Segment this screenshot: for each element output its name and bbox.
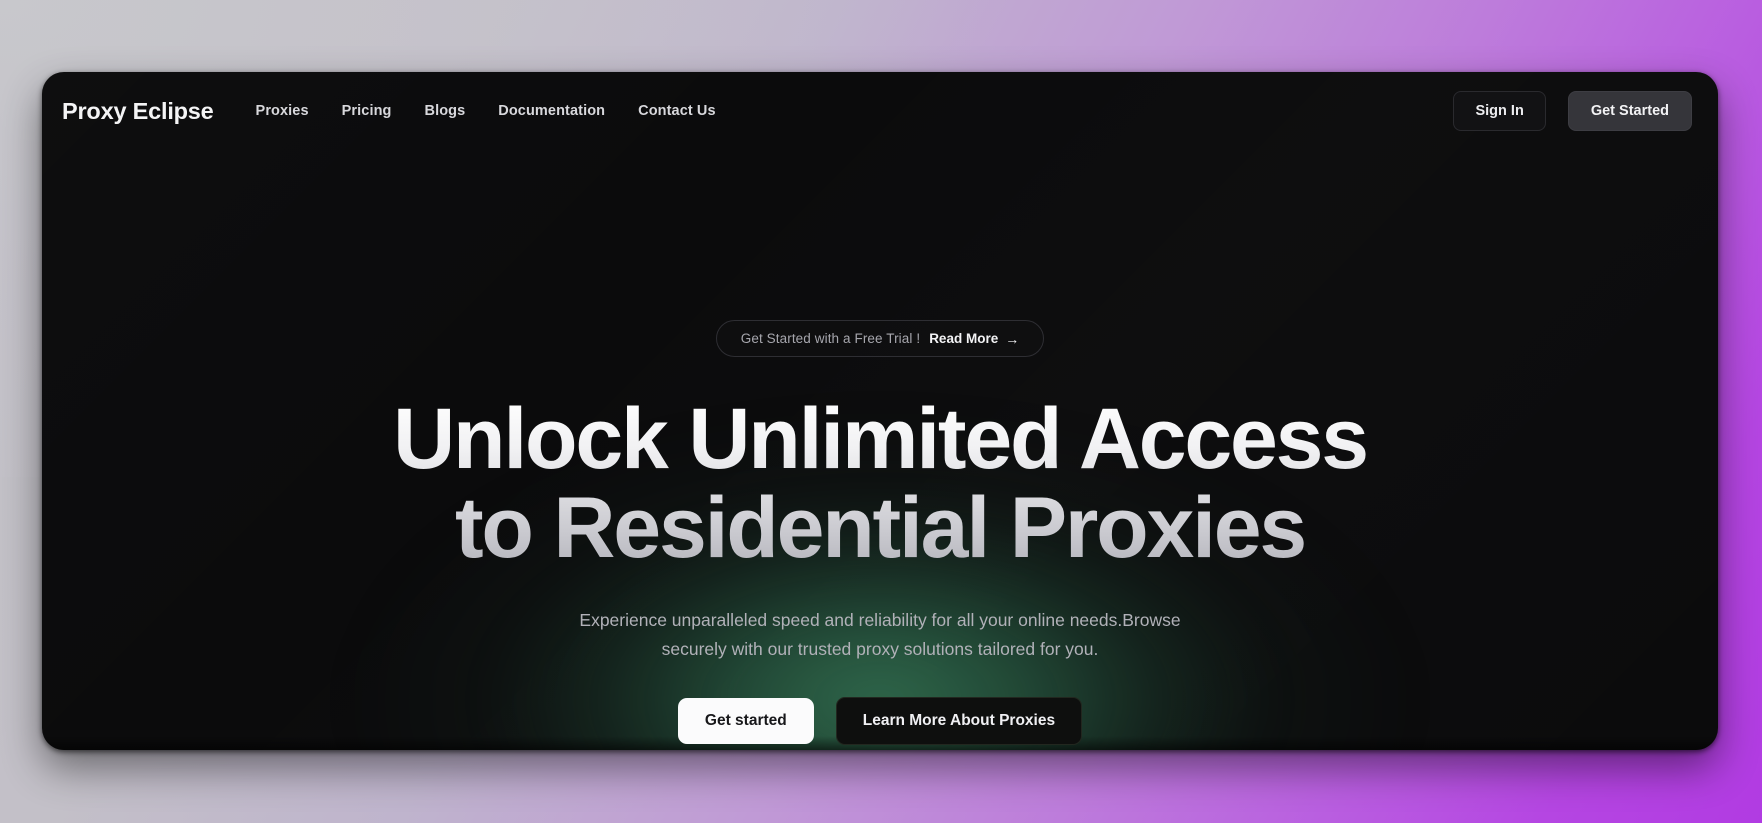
- get-started-nav-button[interactable]: Get Started: [1567, 91, 1692, 131]
- hero-cta-row: Get started Learn More About Proxies: [677, 696, 1083, 745]
- pill-message: Get Started with a Free Trial !: [740, 331, 921, 346]
- navbar-actions: Sign In Get Started: [1453, 91, 1692, 131]
- page-viewport: Proxy Eclipse Proxies Pricing Blogs Docu…: [0, 0, 1762, 823]
- subtitle-line-2: securely with our trusted proxy solution…: [661, 638, 1099, 659]
- read-more-label: Read More: [929, 331, 999, 346]
- brand-logo[interactable]: Proxy Eclipse: [62, 98, 214, 125]
- headline-line-1: Unlock Unlimited Access: [393, 391, 1367, 487]
- sidebar-item-contact-us[interactable]: Contact Us: [638, 103, 716, 119]
- hero-subtitle: Experience unparalleled speed and reliab…: [579, 606, 1180, 663]
- hero-content: Get Started with a Free Trial ! Read Mor…: [42, 150, 1718, 745]
- sidebar-item-documentation[interactable]: Documentation: [498, 103, 605, 119]
- primary-navbar: Proxy Eclipse Proxies Pricing Blogs Docu…: [42, 72, 1718, 150]
- nav-link-list: Proxies Pricing Blogs Documentation Cont…: [256, 103, 716, 119]
- subtitle-line-1: Experience unparalleled speed and reliab…: [579, 610, 1181, 631]
- headline-line-2: to Residential Proxies: [454, 479, 1306, 576]
- sidebar-item-blogs[interactable]: Blogs: [425, 103, 466, 119]
- sidebar-item-pricing[interactable]: Pricing: [342, 103, 392, 119]
- page-title: Unlock Unlimited Access to Residential P…: [393, 395, 1367, 572]
- arrow-right-icon: →: [1005, 330, 1020, 347]
- sign-in-button[interactable]: Sign In: [1453, 91, 1546, 131]
- read-more-link[interactable]: Read More →: [929, 331, 1019, 346]
- get-started-hero-button[interactable]: Get started: [677, 697, 814, 744]
- sidebar-item-proxies[interactable]: Proxies: [256, 103, 309, 119]
- learn-more-about-proxies-button[interactable]: Learn More About Proxies: [835, 696, 1083, 745]
- free-trial-announcement-pill[interactable]: Get Started with a Free Trial ! Read Mor…: [715, 320, 1045, 357]
- hero-card: Proxy Eclipse Proxies Pricing Blogs Docu…: [42, 72, 1718, 750]
